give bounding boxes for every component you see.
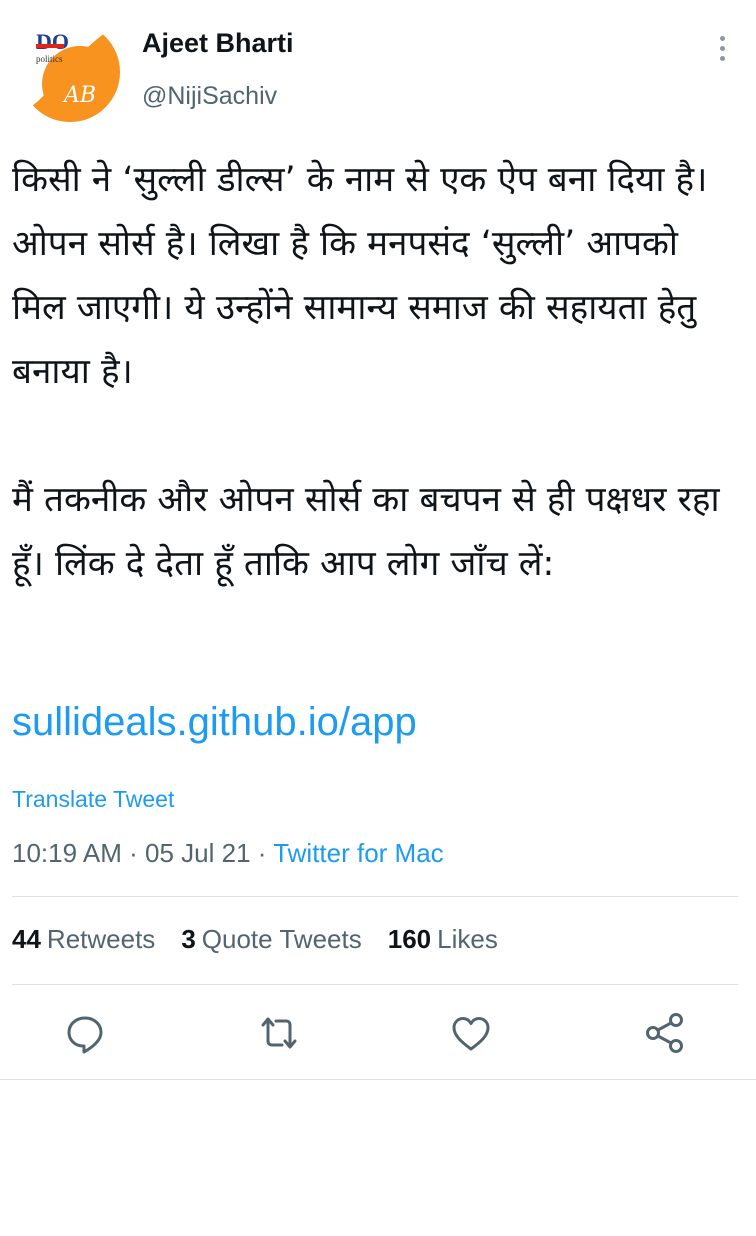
tweet-date[interactable]: 05 Jul 21 <box>145 838 251 868</box>
retweets-count: 44 <box>12 924 41 954</box>
tweet-detail: DO politics AB Ajeet Bharti @NijiSachiv … <box>0 0 756 1080</box>
share-icon <box>646 1013 683 1053</box>
meta-separator: · <box>129 838 138 868</box>
divider <box>12 984 738 985</box>
tweet-time[interactable]: 10:19 AM <box>12 838 122 868</box>
author-handle[interactable]: @NijiSachiv <box>142 82 277 111</box>
meta-separator: · <box>257 838 267 868</box>
retweets-label: Retweets <box>46 924 156 954</box>
tweet-source[interactable]: Twitter for Mac <box>273 838 443 868</box>
tweet-text: किसी ने ‘सुल्ली डील्स’ के नाम से एक ऐप ब… <box>12 160 720 584</box>
quote-tweets-stat[interactable]: 3 Quote Tweets <box>181 924 361 955</box>
likes-stat[interactable]: 160 Likes <box>388 924 498 955</box>
retweets-stat[interactable]: 44 Retweets <box>12 924 155 955</box>
like-icon <box>452 1017 490 1051</box>
reply-button[interactable] <box>60 1008 110 1058</box>
tweet-meta: 10:19 AM · 05 Jul 21 · Twitter for Mac <box>12 838 444 869</box>
tweet-actions <box>0 1008 756 1058</box>
reply-icon <box>67 1016 103 1054</box>
likes-label: Likes <box>437 924 498 954</box>
avatar-monogram: AB <box>62 83 96 108</box>
tweet-link[interactable]: sullideals.github.io/app <box>12 700 417 745</box>
divider <box>12 896 738 897</box>
quote-tweets-label: Quote Tweets <box>201 924 362 954</box>
avatar-badge-subtext: politics <box>36 54 63 64</box>
like-button[interactable] <box>446 1008 496 1058</box>
share-button[interactable] <box>640 1008 690 1058</box>
likes-count: 160 <box>387 924 432 954</box>
more-options-icon[interactable] <box>706 30 740 66</box>
quote-tweets-count: 3 <box>181 924 196 954</box>
retweet-button[interactable] <box>254 1008 304 1058</box>
avatar-logo-icon: DO politics AB <box>20 22 120 122</box>
avatar[interactable]: DO politics AB <box>20 22 120 122</box>
retweet-icon <box>261 1017 297 1049</box>
translate-tweet-link[interactable]: Translate Tweet <box>12 786 174 813</box>
author-display-name[interactable]: Ajeet Bharti <box>142 28 294 59</box>
tweet-stats: 44 Retweets 3 Quote Tweets 160 Likes <box>12 924 498 955</box>
avatar-badge-text: DO <box>36 29 69 54</box>
